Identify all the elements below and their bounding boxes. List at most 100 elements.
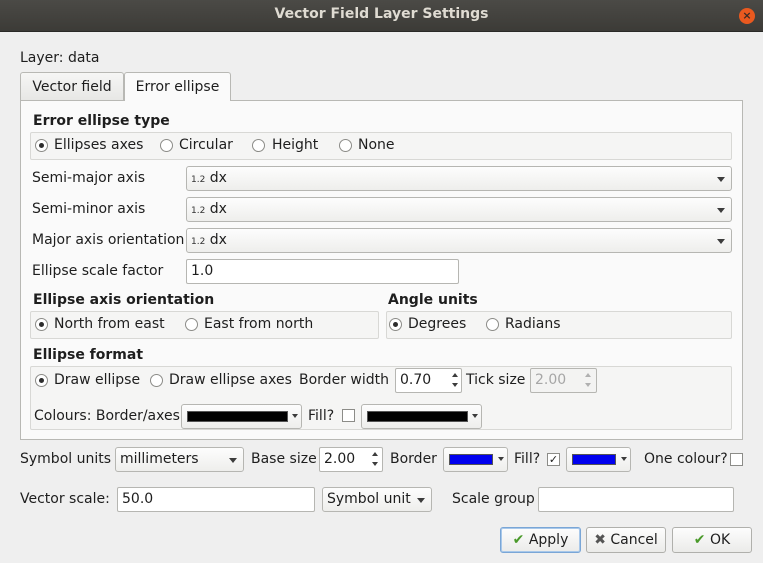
symbol-units-value: millimeters bbox=[120, 451, 199, 467]
orientation-combo[interactable]: 1.2 dx bbox=[186, 228, 732, 253]
fill-label: Fill? bbox=[308, 408, 335, 424]
check-icon: ✔ bbox=[512, 532, 525, 548]
radio-east-from-north-label: East from north bbox=[204, 316, 314, 332]
fill-colour-button[interactable] bbox=[361, 404, 482, 429]
colours-label: Colours: Border/axes bbox=[34, 408, 180, 424]
radio-height[interactable] bbox=[252, 139, 265, 152]
fill-colour-swatch bbox=[367, 411, 468, 422]
symbol-border-colour-button[interactable] bbox=[443, 447, 508, 472]
one-colour-checkbox[interactable] bbox=[730, 453, 743, 466]
spin-up-icon bbox=[585, 373, 591, 377]
border-colour-swatch bbox=[187, 411, 288, 422]
tick-size-value: 2.00 bbox=[535, 372, 567, 388]
border-width-label: Border width bbox=[299, 372, 389, 388]
symbol-units-label: Symbol units bbox=[20, 451, 112, 467]
ellipse-type-heading: Error ellipse type bbox=[33, 113, 170, 129]
ok-button-label: OK bbox=[709, 532, 731, 548]
chevron-down-icon bbox=[472, 414, 478, 418]
radio-none[interactable] bbox=[339, 139, 352, 152]
symbol-fill-colour-button[interactable] bbox=[566, 447, 631, 472]
radio-north-from-east-label: North from east bbox=[54, 316, 165, 332]
border-label: Border bbox=[390, 451, 437, 467]
ellipse-fill-checkbox[interactable] bbox=[342, 409, 355, 422]
radio-east-from-north[interactable] bbox=[185, 318, 198, 331]
layer-label: Layer: data bbox=[20, 50, 100, 66]
symbol-border-swatch bbox=[449, 454, 493, 465]
ok-button[interactable]: ✔ OK bbox=[672, 527, 752, 553]
numeric-type-icon: 1.2 bbox=[191, 206, 206, 216]
symbol-fill-checkbox[interactable]: ✓ bbox=[547, 453, 560, 466]
close-icon: × bbox=[742, 9, 752, 22]
vector-scale-label: Vector scale: bbox=[20, 491, 110, 507]
symbol-units-combo[interactable]: millimeters bbox=[115, 447, 244, 472]
base-size-label: Base size bbox=[251, 451, 317, 467]
tab-error-ellipse[interactable]: Error ellipse bbox=[124, 72, 231, 101]
radio-circular-label: Circular bbox=[179, 137, 233, 153]
radio-circular[interactable] bbox=[160, 139, 173, 152]
numeric-type-icon: 1.2 bbox=[191, 175, 206, 185]
spin-down-icon[interactable] bbox=[452, 383, 458, 387]
chevron-down-icon bbox=[717, 239, 725, 244]
orientation-value: dx bbox=[209, 232, 227, 248]
chevron-down-icon bbox=[621, 457, 627, 461]
numeric-type-icon: 1.2 bbox=[191, 237, 206, 247]
semi-major-label: Semi-major axis bbox=[32, 170, 146, 186]
radio-ellipses-axes-label: Ellipses axes bbox=[54, 137, 144, 153]
radio-draw-ellipse-axes[interactable] bbox=[150, 374, 163, 387]
tick-size-spinbox[interactable]: 2.00 bbox=[530, 368, 597, 393]
check-icon: ✔ bbox=[693, 532, 706, 548]
cancel-icon: ✖ bbox=[594, 532, 606, 548]
close-window-button[interactable]: × bbox=[739, 8, 755, 24]
spin-up-icon[interactable] bbox=[372, 452, 378, 456]
semi-minor-combo[interactable]: 1.2 dx bbox=[186, 197, 732, 222]
radio-draw-ellipse-axes-label: Draw ellipse axes bbox=[169, 372, 292, 388]
semi-minor-value: dx bbox=[209, 201, 227, 217]
spin-up-icon[interactable] bbox=[452, 373, 458, 377]
radio-degrees-label: Degrees bbox=[408, 316, 467, 332]
radio-draw-ellipse[interactable] bbox=[35, 374, 48, 387]
scale-group-label: Scale group bbox=[452, 491, 535, 507]
semi-major-combo[interactable]: 1.2 dx bbox=[186, 166, 732, 191]
semi-minor-label: Semi-minor axis bbox=[32, 201, 146, 217]
border-width-value: 0.70 bbox=[400, 372, 432, 388]
radio-radians-label: Radians bbox=[505, 316, 561, 332]
scale-factor-label: Ellipse scale factor bbox=[32, 263, 164, 279]
axis-orientation-heading: Ellipse axis orientation bbox=[33, 292, 215, 308]
cancel-button[interactable]: ✖ Cancel bbox=[586, 527, 666, 553]
radio-draw-ellipse-label: Draw ellipse bbox=[54, 372, 141, 388]
window-title: Vector Field Layer Settings bbox=[274, 6, 489, 22]
symbol-fill-swatch bbox=[572, 454, 616, 465]
radio-radians[interactable] bbox=[486, 318, 499, 331]
ellipse-format-heading: Ellipse format bbox=[33, 347, 144, 363]
semi-major-value: dx bbox=[209, 170, 227, 186]
vector-scale-input[interactable]: 50.0 bbox=[117, 487, 315, 512]
radio-north-from-east[interactable] bbox=[35, 318, 48, 331]
scale-group-input[interactable] bbox=[538, 487, 734, 512]
chevron-down-icon bbox=[717, 208, 725, 213]
tick-size-label: Tick size bbox=[466, 372, 526, 388]
radio-ellipses-axes[interactable] bbox=[35, 139, 48, 152]
one-colour-label: One colour? bbox=[644, 451, 728, 467]
base-size-value: 2.00 bbox=[324, 451, 356, 467]
chevron-down-icon bbox=[292, 414, 298, 418]
scale-unit-combo[interactable]: Symbol unit bbox=[322, 487, 432, 512]
spin-down-icon bbox=[585, 383, 591, 387]
apply-button[interactable]: ✔ Apply bbox=[500, 527, 581, 553]
radio-height-label: Height bbox=[272, 137, 319, 153]
apply-button-label: Apply bbox=[528, 532, 569, 548]
radio-none-label: None bbox=[358, 137, 395, 153]
border-colour-button[interactable] bbox=[181, 404, 302, 429]
scale-unit-value: Symbol unit bbox=[327, 491, 411, 507]
radio-degrees[interactable] bbox=[389, 318, 402, 331]
chevron-down-icon bbox=[498, 457, 504, 461]
spin-down-icon[interactable] bbox=[372, 462, 378, 466]
chevron-down-icon bbox=[717, 177, 725, 182]
border-width-spinbox[interactable]: 0.70 bbox=[395, 368, 462, 393]
tab-vector-field[interactable]: Vector field bbox=[20, 72, 124, 100]
angle-units-heading: Angle units bbox=[388, 292, 478, 308]
orientation-label: Major axis orientation bbox=[32, 232, 185, 248]
cancel-button-label: Cancel bbox=[610, 532, 658, 548]
scale-factor-input[interactable]: 1.0 bbox=[186, 259, 459, 284]
base-size-spinbox[interactable]: 2.00 bbox=[319, 447, 383, 472]
chevron-down-icon bbox=[229, 458, 237, 463]
